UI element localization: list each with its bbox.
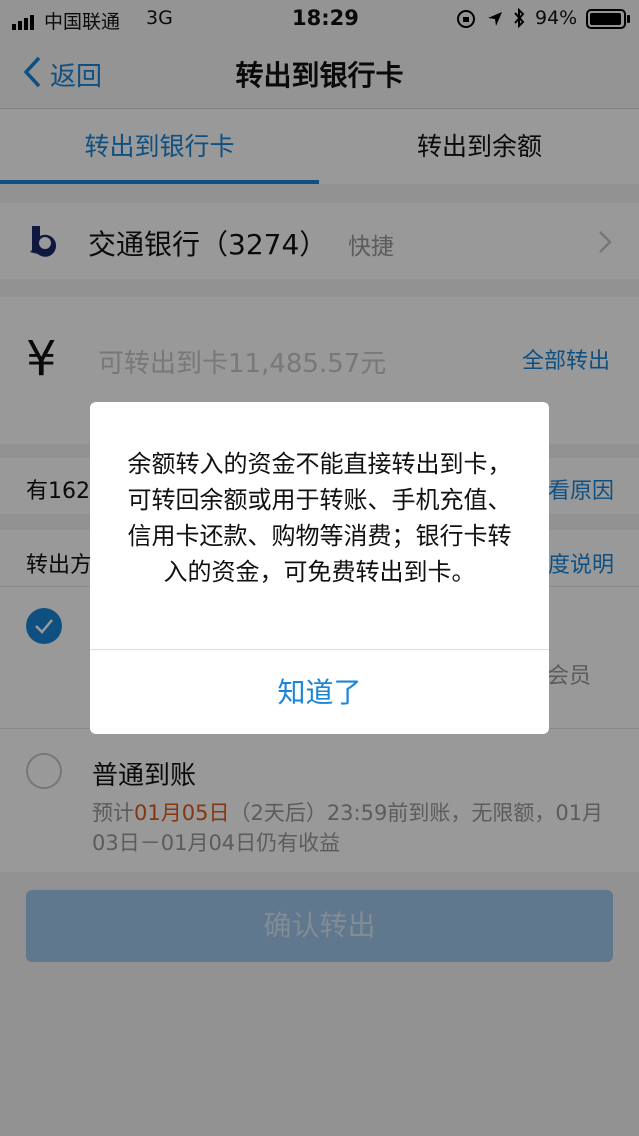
dialog-ok-button[interactable]: 知道了 bbox=[90, 649, 549, 734]
dialog-message: 余额转入的资金不能直接转出到卡，可转回余额或用于转账、手机充值、信用卡还款、购物… bbox=[127, 450, 512, 586]
alert-dialog: 余额转入的资金不能直接转出到卡，可转回余额或用于转账、手机充值、信用卡还款、购物… bbox=[90, 402, 549, 734]
